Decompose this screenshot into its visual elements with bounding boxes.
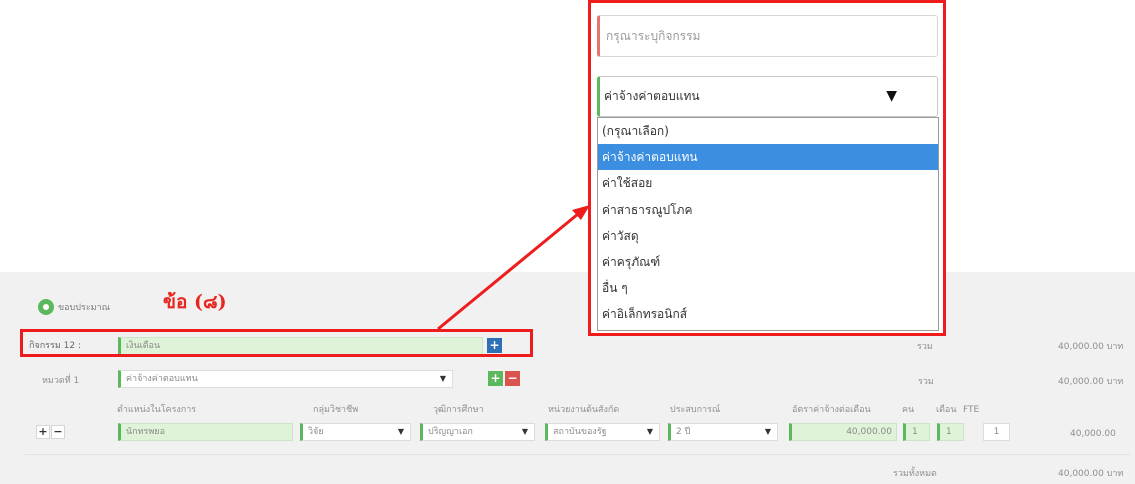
option-wages[interactable]: ค่าจ้างค่าตอบแทน xyxy=(598,144,938,171)
budget-category-options: (กรุณาเลือก) ค่าจ้างค่าตอบแทน ค่าใช้สอย … xyxy=(597,117,939,331)
option-expenses[interactable]: ค่าใช้สอย xyxy=(598,170,938,196)
option-utilities[interactable]: ค่าสาธารณูปโภค xyxy=(598,197,938,223)
screenshot-stage: ขอบประมาณ กิจกรรม 12 : เงินเดือน + รวม 4… xyxy=(0,0,1135,484)
option-materials[interactable]: ค่าวัสดุ xyxy=(598,223,938,249)
budget-category-select[interactable]: ค่าจ้างค่าตอบแทน ▼ xyxy=(597,76,938,117)
activity-name-input[interactable]: กรุณาระบุกิจกรรม xyxy=(597,15,938,57)
zoomed-activity-popup: กรุณาระบุกิจกรรม ค่าจ้างค่าตอบแทน ▼ (กรุ… xyxy=(588,0,946,336)
option-equipment[interactable]: ค่าครุภัณฑ์ xyxy=(598,249,938,275)
option-electronics[interactable]: ค่าอิเล็กทรอนิกส์ xyxy=(598,301,938,327)
caret-down-icon: ▼ xyxy=(886,88,897,104)
red-arrow xyxy=(437,205,590,331)
option-other[interactable]: อื่น ๆ xyxy=(598,275,938,301)
budget-category-value: ค่าจ้างค่าตอบแทน xyxy=(604,89,700,103)
option-please-select[interactable]: (กรุณาเลือก) xyxy=(598,118,938,144)
